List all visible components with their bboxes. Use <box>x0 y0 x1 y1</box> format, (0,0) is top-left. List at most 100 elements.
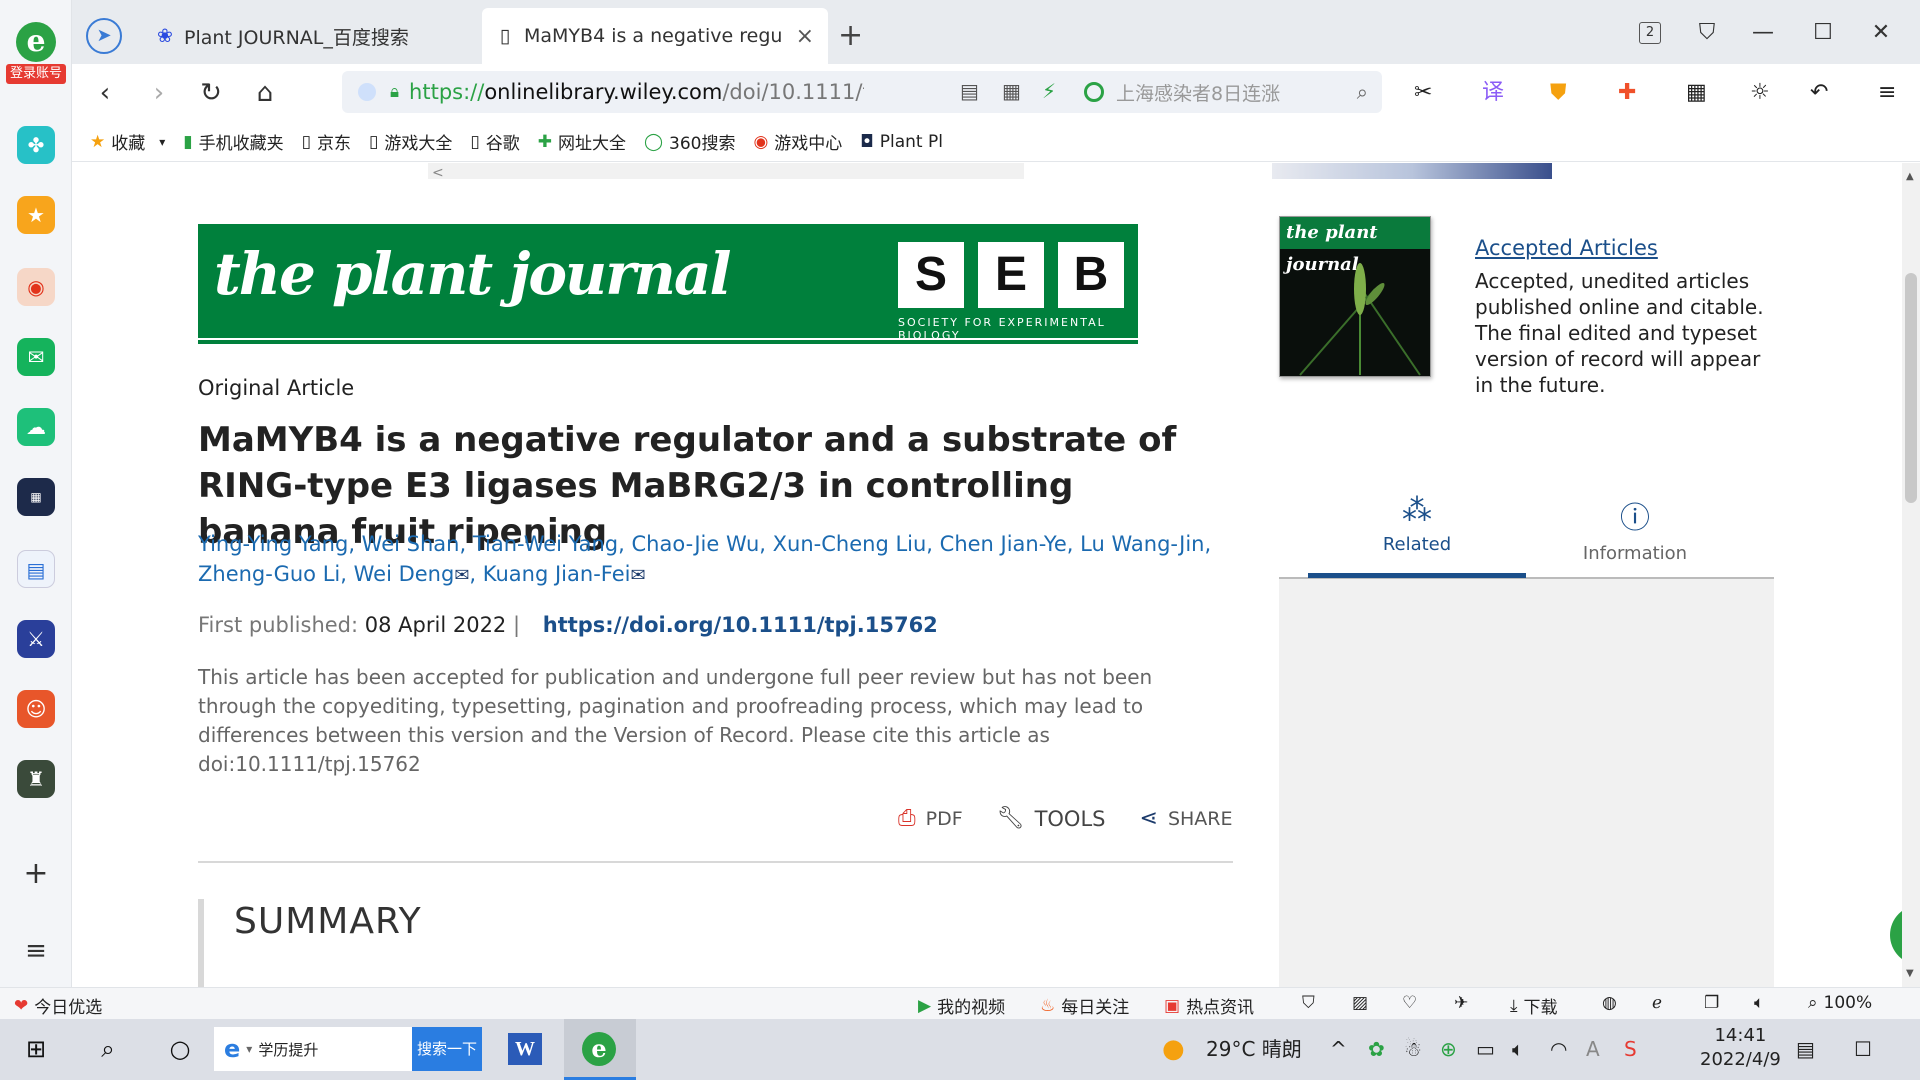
add-app-icon[interactable]: + <box>17 855 55 893</box>
home-button[interactable]: ⌂ <box>246 74 284 112</box>
bookmark-site-directory[interactable]: ✚ 网址大全 <box>538 129 626 155</box>
security-shield[interactable]: ⛉ <box>1302 993 1321 1013</box>
daily-follow[interactable]: ♨ 每日关注 <box>1040 993 1129 1019</box>
close-window-button[interactable]: ✕ <box>1866 18 1896 48</box>
minimize-button[interactable]: — <box>1748 18 1778 48</box>
accelerate-tool[interactable]: ✈ <box>1454 993 1474 1013</box>
undo-icon[interactable]: ↶ <box>1810 78 1828 108</box>
game-sword-icon[interactable]: ⚔ <box>17 620 55 658</box>
taskbar-search-box[interactable]: e ▾ 学历提升 搜索一下 <box>214 1027 482 1071</box>
qq-icon[interactable]: ☃ <box>1404 1031 1422 1067</box>
lightning-icon[interactable]: ⚡ <box>1042 79 1056 103</box>
bookmark-mobile[interactable]: ▮ 手机收藏夹 <box>183 129 283 155</box>
chevron-down-icon[interactable]: ▾ <box>159 135 165 149</box>
volume-icon[interactable]: 🔈︎ <box>1512 1031 1524 1067</box>
favorites-star-icon[interactable]: ★ <box>17 196 55 234</box>
back-button[interactable]: ‹ <box>86 74 124 112</box>
shirt-skin-icon[interactable]: ⛉ <box>1692 18 1722 48</box>
tools-button[interactable]: 🔧︎ TOOLS <box>997 806 1106 831</box>
weibo-icon[interactable]: ◉ <box>17 268 55 306</box>
brightness-icon[interactable]: ☼ <box>1750 78 1770 108</box>
translate-icon[interactable]: 译 <box>1482 78 1504 108</box>
hot-news[interactable]: ▣ 热点资讯 <box>1164 993 1254 1019</box>
incognito-tool[interactable]: ◍ <box>1602 993 1623 1013</box>
reader-mode-icon[interactable]: ▤ <box>960 79 979 103</box>
mail-icon[interactable]: ✉ <box>17 338 55 376</box>
sound-tool[interactable]: 🔈︎ <box>1754 993 1770 1013</box>
author-link[interactable]: Kuang Jian-Fei <box>483 562 631 586</box>
email-icon[interactable]: ✉ <box>630 565 645 586</box>
new-tab-button[interactable]: + <box>838 18 863 54</box>
clover-app-icon[interactable]: ✤ <box>17 126 55 164</box>
journal-banner[interactable]: the plant journal S E B SOCIETY FOR EXPE… <box>198 224 1138 344</box>
bookmark-plant[interactable]: ◘ Plant Pl <box>860 132 943 152</box>
accepted-articles-link[interactable]: Accepted Articles <box>1475 236 1658 260</box>
author-link[interactable]: Wei Deng <box>354 562 455 586</box>
my-videos[interactable]: ▶ 我的视频 <box>918 993 1005 1019</box>
scissors-icon[interactable]: ✂ <box>1414 78 1432 108</box>
wechat-icon[interactable]: ✿ <box>1368 1031 1385 1067</box>
url-text[interactable]: https://onlinelibrary.wiley.com/doi/10.1… <box>409 80 864 104</box>
navigation-compass-icon[interactable]: ➤ <box>86 18 122 54</box>
journal-cover-image[interactable]: the plant journal <box>1279 216 1431 377</box>
scroll-down-icon[interactable]: ▼ <box>1906 968 1914 979</box>
bookmark-favorites[interactable]: ★ 收藏 ▾ <box>90 129 165 155</box>
author-link[interactable]: Xun-Cheng Liu <box>773 532 927 556</box>
cloud-icon[interactable]: ☁ <box>17 408 55 446</box>
carousel-prev-icon[interactable]: < <box>432 165 444 181</box>
zoom-level[interactable]: ⌕ 100% <box>1808 993 1872 1013</box>
input-method-icon[interactable]: A <box>1586 1031 1600 1067</box>
download-button[interactable]: ⤓ 下载 <box>1510 993 1558 1019</box>
floating-badge[interactable]: 53 <box>1890 905 1902 965</box>
today-picks[interactable]: ❤ 今日优选 <box>14 993 102 1019</box>
author-link[interactable]: Lu Wang-Jin <box>1080 532 1204 556</box>
tab-article[interactable]: ▯ MaMYB4 is a negative regula × <box>482 8 828 64</box>
browser-app[interactable]: e <box>564 1019 636 1080</box>
game-battle-icon[interactable]: ♜ <box>17 760 55 798</box>
email-icon[interactable]: ✉ <box>454 565 469 586</box>
gamepad-icon[interactable]: ✚ <box>1618 78 1636 108</box>
scroll-up-icon[interactable]: ▲ <box>1906 171 1914 182</box>
bookmark-game-center[interactable]: ◉ 游戏中心 <box>753 129 842 155</box>
tab-related[interactable]: ⁂ Related <box>1308 493 1526 555</box>
tab-count-badge[interactable]: 2 <box>1639 22 1661 44</box>
search-icon[interactable]: ⌕ <box>90 1031 126 1067</box>
window-tool[interactable]: ❐ <box>1704 993 1725 1013</box>
taskbar-search-text[interactable]: 学历提升 <box>258 1039 318 1060</box>
game-app-icon[interactable]: ▦ <box>17 478 55 516</box>
forward-button[interactable]: › <box>140 74 178 112</box>
author-link[interactable]: Chao-Jie Wu <box>632 532 760 556</box>
search-engine-icon[interactable] <box>1084 82 1104 102</box>
security-tray-icon[interactable]: ⊕ <box>1440 1031 1457 1067</box>
page-scrollbar[interactable]: ▲ ▼ <box>1902 163 1920 987</box>
sogou-ime-icon[interactable]: S <box>1624 1031 1637 1067</box>
cortana-icon[interactable]: ○ <box>162 1031 198 1067</box>
doi-link[interactable]: https://doi.org/10.1111/tpj.15762 <box>543 613 938 637</box>
windows-start-icon[interactable]: ⊞ <box>18 1031 54 1067</box>
search-icon[interactable]: ⌕ <box>1357 80 1368 104</box>
main-menu-icon[interactable]: ≡ <box>1878 78 1896 108</box>
address-bar[interactable]: 🔒︎ https://onlinelibrary.wiley.com/doi/1… <box>342 71 1117 113</box>
close-tab-icon[interactable]: × <box>796 24 814 49</box>
apps-grid-icon[interactable]: ▦ <box>1686 78 1707 108</box>
search-box[interactable]: 上海感染者8日连涨 ⌕ <box>1072 71 1382 113</box>
bookmark-jd[interactable]: ▯ 京东 <box>302 129 351 155</box>
health-tool[interactable]: ♡ <box>1402 993 1423 1013</box>
system-clock[interactable]: 14:41 2022/4/9 <box>1700 1024 1781 1072</box>
browser-logo[interactable]: e 登录账号 <box>6 22 66 84</box>
maximize-button[interactable]: ☐ <box>1808 18 1838 48</box>
bookmark-google[interactable]: ▯ 谷歌 <box>470 129 519 155</box>
login-button[interactable]: 登录账号 <box>6 64 66 84</box>
game-character-icon[interactable]: ☺ <box>17 690 55 728</box>
notification-icon[interactable]: ☐ <box>1854 1031 1872 1067</box>
wifi-icon[interactable]: ◠ <box>1550 1031 1567 1067</box>
share-button[interactable]: ⋖ SHARE <box>1140 806 1233 831</box>
author-link[interactable]: Ying-Ying Yang <box>198 532 348 556</box>
tab-information[interactable]: ⓘ Information <box>1526 493 1744 564</box>
reload-button[interactable]: ↻ <box>192 74 230 112</box>
notes-icon[interactable]: ▤ <box>1796 1031 1815 1067</box>
lock-icon[interactable]: 🔒︎ <box>390 82 399 102</box>
coupon-shield-icon[interactable]: ⛊ <box>1550 78 1567 108</box>
bookmark-games[interactable]: ▯ 游戏大全 <box>369 129 452 155</box>
tray-expand-icon[interactable]: ^ <box>1330 1031 1347 1067</box>
